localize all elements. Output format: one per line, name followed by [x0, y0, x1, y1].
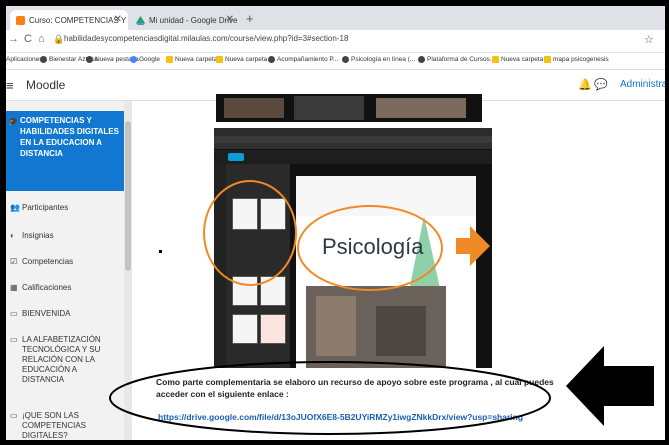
notification-bell-icon[interactable]: 🔔 [578, 78, 592, 91]
sidebar-scrollbar[interactable] [124, 101, 132, 440]
menu-icon[interactable]: ≡ [6, 78, 14, 93]
tab-strip: Curso: COMPETENCIAS Y HABIL... ✕ Mi unid… [6, 6, 665, 30]
globe-icon [86, 56, 93, 63]
folder-icon [492, 56, 499, 63]
bookmark-item[interactable]: Nueva carpeta [166, 56, 217, 63]
bookmark-item[interactable]: mapa psicogenesis [544, 56, 609, 63]
url-field[interactable]: habilidadesycompetenciasdigital.milaulas… [64, 34, 348, 43]
course-title: COMPETENCIAS Y HABILIDADES DIGITALES EN … [20, 116, 119, 158]
scrollbar-thumb[interactable] [125, 121, 131, 271]
sidebar-item-participants[interactable]: 👥 Participantes [10, 203, 68, 213]
sidebar-item-competencias-digitales[interactable]: ▭ ¡QUE SON LAS COMPETENCIAS DIGITALES? [10, 411, 112, 440]
checkbox-icon: ☑ [10, 257, 18, 266]
sidebar-item-competencies[interactable]: ☑ Competencias [10, 257, 73, 267]
bookmark-item[interactable]: Acompañamiento P... [268, 56, 338, 63]
folder-icon [544, 56, 551, 63]
sidebar-item-alfabetizacion[interactable]: ▭ LA ALFABETIZACIÓN TECNOLÓGICA Y SU RELA… [10, 335, 112, 385]
globe-icon [342, 56, 349, 63]
bookmark-item[interactable]: Google [130, 56, 160, 63]
close-tab-icon[interactable]: ✕ [226, 14, 234, 25]
address-bar-row: → C ⌂ 🔒 habilidadesycompetenciasdigital.… [6, 30, 665, 53]
bookmark-item[interactable]: Plataforma de Cursos... [418, 56, 495, 63]
tab-label: Mi unidad - Google Drive [149, 15, 238, 25]
grades-icon: ▦ [10, 283, 18, 292]
close-tab-icon[interactable]: ✕ [114, 14, 122, 25]
folder-icon [166, 56, 173, 63]
drive-resource-link[interactable]: https://drive.google.com/file/d/13oJUOfX… [158, 412, 523, 422]
messages-icon[interactable]: 💬 [594, 78, 608, 91]
sidebar-item-grades[interactable]: ▦ Calificaciones [10, 283, 71, 293]
folder-icon: ▭ [10, 309, 18, 318]
bookmark-item[interactable]: Aplicaciones [6, 56, 43, 63]
tab-drive[interactable]: Mi unidad - Google Drive ✕ [130, 10, 240, 30]
browser-window: Curso: COMPETENCIAS Y HABIL... ✕ Mi unid… [6, 6, 665, 440]
participants-icon: 👥 [10, 203, 20, 212]
sidebar-item-badges[interactable]: ◐ Insignias [10, 231, 54, 241]
graduation-cap-icon: 🎓 [8, 117, 18, 126]
embedded-screenshot-top [216, 94, 482, 122]
globe-icon [418, 56, 425, 63]
resource-description: Como parte complementaria se elaboro un … [156, 377, 554, 399]
site-name[interactable]: Moodle [26, 78, 65, 92]
bookmark-item[interactable]: Psicología en línea (... [342, 56, 415, 63]
lock-icon: 🔒 [53, 34, 65, 44]
google-drive-icon [136, 15, 145, 25]
new-tab-button[interactable]: + [246, 11, 254, 26]
folder-icon [216, 56, 223, 63]
home-icon[interactable]: ⌂ [38, 33, 45, 45]
google-icon [130, 56, 137, 63]
folder-icon: ▭ [10, 411, 18, 420]
badge-icon: ◐ [10, 231, 15, 240]
bookmark-item[interactable]: Nueva carpeta [492, 56, 543, 63]
bookmark-item[interactable]: Nueva carpeta [216, 56, 267, 63]
embedded-title: Psicología [322, 234, 424, 259]
bookmark-star-icon[interactable]: ☆ [644, 33, 654, 46]
user-menu[interactable]: Administrador U [620, 79, 665, 90]
embedded-photo [306, 286, 446, 368]
globe-icon [268, 56, 275, 63]
reload-icon[interactable]: C [24, 33, 32, 45]
folder-icon: ▭ [10, 335, 18, 344]
sidebar-item-bienvenida[interactable]: ▭ BIENVENIDA [10, 309, 70, 319]
sidebar-item-course[interactable]: 🎓 COMPETENCIAS Y HABILIDADES DIGITALES E… [6, 111, 124, 191]
globe-icon [40, 56, 47, 63]
stray-dot [159, 250, 162, 253]
bookmarks-bar: Aplicaciones Bienestar Azteca Nueva pest… [6, 53, 665, 70]
forward-icon[interactable]: → [8, 33, 19, 45]
moodle-favicon-icon [16, 15, 25, 25]
tab-course[interactable]: Curso: COMPETENCIAS Y HABIL... ✕ [10, 10, 128, 30]
course-sidebar: 🎓 COMPETENCIAS Y HABILIDADES DIGITALES E… [6, 101, 124, 440]
